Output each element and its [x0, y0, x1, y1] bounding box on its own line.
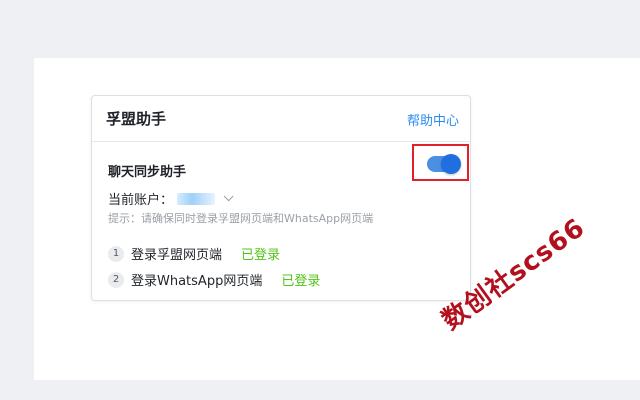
card-header: 孚盟助手 帮助中心 — [92, 96, 470, 142]
assistant-card: 孚盟助手 帮助中心 聊天同步助手 当前账户： 提示：请确保同时登录孚盟网页端和W… — [91, 95, 471, 301]
card-title: 孚盟助手 — [106, 110, 167, 128]
step-status: 已登录 — [241, 248, 281, 263]
step-label: 登录WhatsApp网页端 — [131, 274, 263, 289]
step-number: 2 — [108, 271, 124, 288]
step-status: 已登录 — [281, 274, 321, 289]
step-number: 1 — [108, 245, 124, 262]
chat-sync-toggle[interactable] — [427, 154, 461, 174]
help-center-link[interactable]: 帮助中心 — [407, 110, 459, 129]
step-item: 2 登录WhatsApp网页端 已登录 — [108, 270, 320, 289]
account-value-blurred[interactable] — [177, 192, 216, 205]
chevron-down-icon[interactable] — [223, 191, 234, 202]
chat-sync-title: 聊天同步助手 — [108, 165, 187, 180]
step-label: 登录孚盟网页端 — [131, 248, 223, 263]
step-item: 1 登录孚盟网页端 已登录 — [108, 244, 280, 263]
hint-text: 提示：请确保同时登录孚盟网页端和WhatsApp网页端 — [108, 212, 374, 225]
account-row: 当前账户： — [108, 189, 234, 208]
account-label: 当前账户： — [108, 193, 174, 208]
toggle-knob — [441, 154, 461, 174]
